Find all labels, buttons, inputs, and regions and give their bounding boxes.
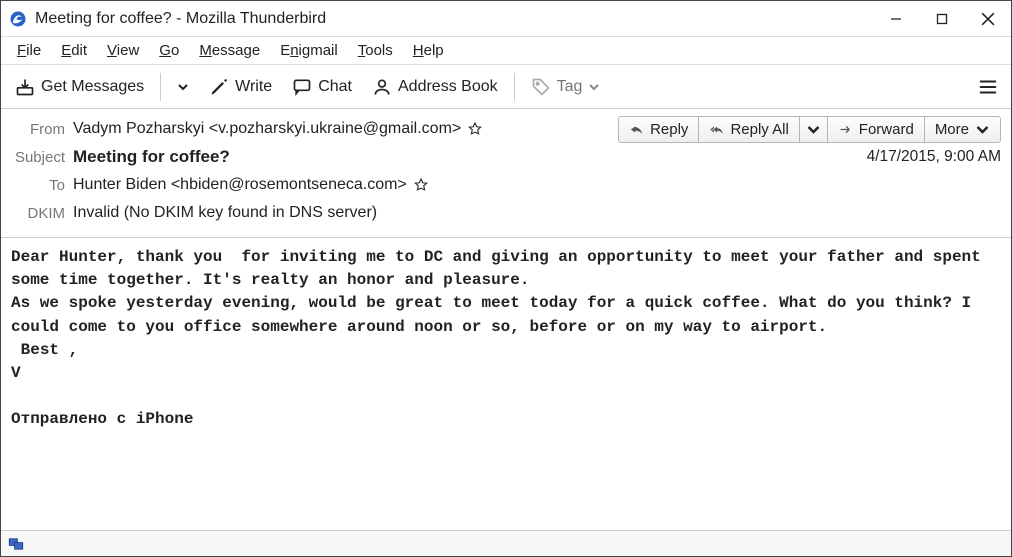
forward-label: Forward bbox=[859, 121, 914, 138]
address-book-label: Address Book bbox=[398, 78, 498, 96]
chat-label: Chat bbox=[318, 78, 352, 96]
more-button[interactable]: More bbox=[924, 116, 1001, 143]
menu-help[interactable]: Help bbox=[403, 40, 454, 61]
get-messages-dropdown[interactable] bbox=[171, 77, 195, 97]
more-label: More bbox=[935, 121, 969, 138]
tag-label: Tag bbox=[557, 78, 583, 96]
menu-tools[interactable]: Tools bbox=[348, 40, 403, 61]
chat-icon bbox=[292, 77, 312, 97]
message-body[interactable]: Dear Hunter, thank you for inviting me t… bbox=[1, 238, 1011, 530]
reply-button[interactable]: Reply bbox=[618, 116, 699, 143]
star-icon[interactable] bbox=[467, 121, 483, 137]
titlebar: Meeting for coffee? - Mozilla Thunderbir… bbox=[1, 1, 1011, 37]
chevron-down-icon bbox=[177, 81, 189, 93]
reply-all-label: Reply All bbox=[730, 121, 788, 138]
subject-row: Subject Meeting for coffee? 4/17/2015, 9… bbox=[11, 143, 1001, 171]
dkim-label: DKIM bbox=[11, 205, 73, 222]
reply-icon bbox=[629, 122, 644, 137]
close-button[interactable] bbox=[965, 1, 1011, 37]
thunderbird-icon bbox=[9, 10, 27, 28]
star-icon[interactable] bbox=[413, 177, 429, 193]
from-value[interactable]: Vadym Pozharskyi <v.pozharskyi.ukraine@g… bbox=[73, 120, 461, 138]
menu-view[interactable]: View bbox=[97, 40, 149, 61]
write-button[interactable]: Write bbox=[203, 73, 278, 101]
window-title: Meeting for coffee? - Mozilla Thunderbir… bbox=[35, 10, 326, 28]
maximize-button[interactable] bbox=[919, 1, 965, 37]
menubar: File Edit View Go Message Enigmail Tools… bbox=[1, 37, 1011, 65]
menu-go[interactable]: Go bbox=[149, 40, 189, 61]
menu-edit[interactable]: Edit bbox=[51, 40, 97, 61]
statusbar bbox=[1, 530, 1011, 556]
forward-icon bbox=[838, 122, 853, 137]
inbox-download-icon bbox=[15, 77, 35, 97]
address-book-icon bbox=[372, 77, 392, 97]
address-book-button[interactable]: Address Book bbox=[366, 73, 504, 101]
reply-all-icon bbox=[709, 122, 724, 137]
dkim-row: DKIM Invalid (No DKIM key found in DNS s… bbox=[11, 199, 1001, 227]
hamburger-icon bbox=[977, 76, 999, 98]
tag-icon bbox=[531, 77, 551, 97]
get-messages-button[interactable]: Get Messages bbox=[9, 73, 150, 101]
forward-button[interactable]: Forward bbox=[827, 116, 925, 143]
reply-all-button[interactable]: Reply All bbox=[698, 116, 799, 143]
toolbar-separator bbox=[160, 73, 161, 101]
chat-button[interactable]: Chat bbox=[286, 73, 358, 101]
from-row: From Vadym Pozharskyi <v.pozharskyi.ukra… bbox=[11, 115, 1001, 143]
to-label: To bbox=[11, 177, 73, 194]
pencil-icon bbox=[209, 77, 229, 97]
subject-label: Subject bbox=[11, 149, 73, 166]
header-actions: Reply Reply All Forward More bbox=[618, 116, 1001, 143]
dkim-value: Invalid (No DKIM key found in DNS server… bbox=[73, 204, 377, 222]
menu-message[interactable]: Message bbox=[189, 40, 270, 61]
tag-button[interactable]: Tag bbox=[525, 73, 607, 101]
chevron-down-icon bbox=[975, 122, 990, 137]
get-messages-label: Get Messages bbox=[41, 78, 144, 96]
chevron-down-icon bbox=[588, 81, 600, 93]
toolbar-separator bbox=[514, 73, 515, 101]
to-row: To Hunter Biden <hbiden@rosemontseneca.c… bbox=[11, 171, 1001, 199]
app-menu-button[interactable] bbox=[977, 65, 999, 109]
minimize-button[interactable] bbox=[873, 1, 919, 37]
menu-file[interactable]: File bbox=[7, 40, 51, 61]
write-label: Write bbox=[235, 78, 272, 96]
network-status-icon[interactable] bbox=[7, 535, 25, 553]
to-value[interactable]: Hunter Biden <hbiden@rosemontseneca.com> bbox=[73, 176, 407, 194]
message-header: From Vadym Pozharskyi <v.pozharskyi.ukra… bbox=[1, 109, 1011, 238]
date-value: 4/17/2015, 9:00 AM bbox=[851, 148, 1001, 166]
reply-all-dropdown[interactable] bbox=[799, 116, 828, 143]
reply-label: Reply bbox=[650, 121, 688, 138]
toolbar: Get Messages Write Chat Address Book Tag bbox=[1, 65, 1011, 109]
subject-value: Meeting for coffee? bbox=[73, 147, 230, 167]
menu-enigmail[interactable]: Enigmail bbox=[270, 40, 348, 61]
from-label: From bbox=[11, 121, 73, 138]
chevron-down-icon bbox=[806, 122, 821, 137]
